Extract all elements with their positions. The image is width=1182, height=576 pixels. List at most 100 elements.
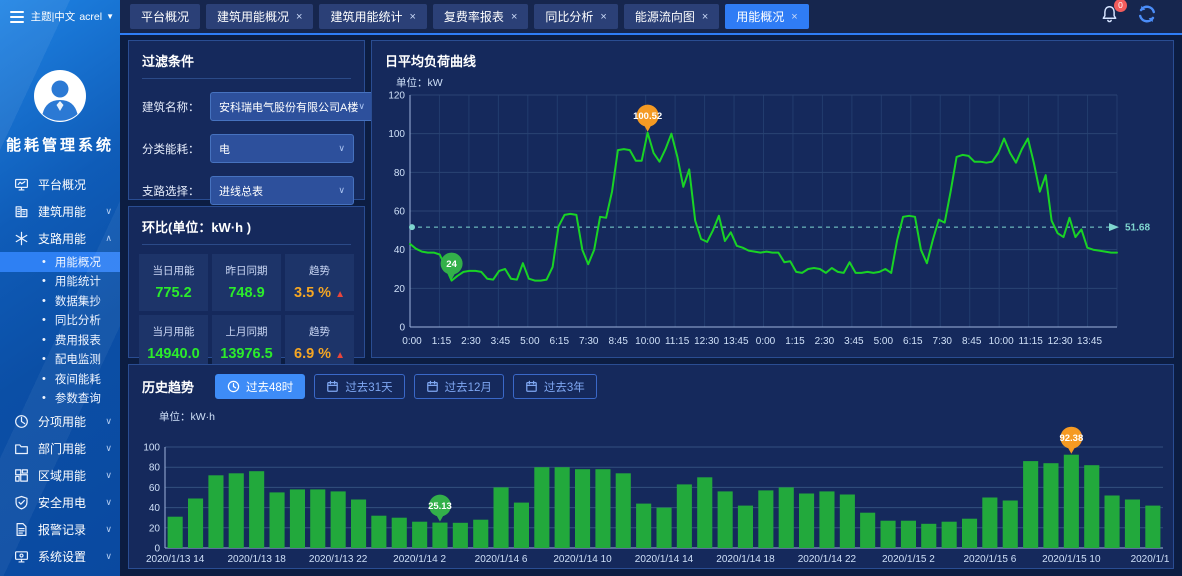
svg-text:100: 100 [388,129,405,140]
sidebar-item-label: 系统设置 [38,548,105,565]
document-icon [14,522,29,537]
history-range-button-1[interactable]: 过去48时 [215,374,305,399]
ring-ratio-title: 环比(单位：kW·h ) [129,207,364,244]
sidebar-subitem[interactable]: •参数查询 [0,389,120,409]
user-menu[interactable]: acrel [79,11,102,23]
trend-up-icon: ▲ [335,350,345,361]
svg-text:2020/1/14 18: 2020/1/14 18 [716,554,775,565]
bullet-icon: • [42,256,46,268]
tab-3[interactable]: 建筑用能统计× [319,4,426,29]
svg-text:2:30: 2:30 [461,336,481,347]
tab-close-icon[interactable]: × [791,11,797,23]
branch-icon [14,231,29,246]
sidebar-subitem[interactable]: •费用报表 [0,330,120,350]
filter-select-1[interactable]: 安科瑞电气股份有限公司A楼∨ [210,92,374,121]
tab-label: 能源流向图 [635,8,695,25]
main-content: 过滤条件 建筑名称：安科瑞电气股份有限公司A楼∨分类能耗：电∨支路选择：进线总表… [120,35,1182,576]
svg-text:2020/1/14 14: 2020/1/14 14 [635,554,694,565]
history-range-button-4[interactable]: 过去3年 [513,374,597,399]
bullet-icon: • [42,334,46,346]
sidebar-item-label: 分项用能 [38,413,105,430]
tab-2[interactable]: 建筑用能概况× [206,4,313,29]
stat-cell: 昨日同期748.9 [212,254,281,311]
bullet-icon: • [42,275,46,287]
tab-4[interactable]: 复费率报表× [433,4,528,29]
filter-select-2[interactable]: 电∨ [210,134,354,163]
sidebar-subitem-label: 参数查询 [55,390,101,406]
theme-language-switch[interactable]: 主题|中文 [31,9,76,24]
svg-text:13:45: 13:45 [1077,336,1102,347]
stat-cell: 当日用能775.2 [139,254,208,311]
chevron-down-icon: ∨ [358,101,365,112]
pie-icon [14,414,29,429]
history-trend-title: 历史趋势 [142,377,194,396]
sidebar-item[interactable]: 分项用能∨ [0,408,120,435]
sidebar-item[interactable]: 平台概况 [0,171,120,198]
folder-icon [14,441,29,456]
history-button-label: 过去31天 [345,379,392,395]
tab-close-icon[interactable]: × [296,11,302,23]
refresh-icon [1136,3,1158,25]
chevron-down-icon: ∨ [338,143,345,154]
sidebar-subitem[interactable]: •用能统计 [0,272,120,292]
svg-text:100: 100 [143,443,160,454]
sidebar-subitem[interactable]: •同比分析 [0,311,120,331]
stat-value: 748.9 [214,285,279,301]
stat-value: 14940.0 [141,346,206,362]
svg-text:11:15: 11:15 [665,336,690,347]
tab-close-icon[interactable]: × [600,11,606,23]
sidebar-subitem[interactable]: •夜间能耗 [0,369,120,389]
sidebar-item[interactable]: 报警记录∨ [0,516,120,543]
map-icon [14,468,29,483]
tab-7[interactable]: 用能概况× [725,4,808,29]
filter-panel: 过滤条件 建筑名称：安科瑞电气股份有限公司A楼∨分类能耗：电∨支路选择：进线总表… [128,40,365,200]
sidebar-item[interactable]: 部门用能∨ [0,435,120,462]
tab-5[interactable]: 同比分析× [534,4,617,29]
svg-text:120: 120 [388,91,405,102]
history-button-label: 过去3年 [544,379,585,395]
tab-6[interactable]: 能源流向图 × [624,4,719,29]
history-range-button-2[interactable]: 过去31天 [314,374,404,399]
tab-1[interactable]: 平台概况 [130,4,200,29]
ring-ratio-panel: 环比(单位：kW·h ) 当日用能775.2昨日同期748.9趋势3.5 %▲当… [128,206,365,358]
history-range-button-3[interactable]: 过去12月 [414,374,504,399]
tab-close-icon[interactable]: × [511,11,517,23]
filter-select-3[interactable]: 进线总表∨ [210,176,354,205]
sidebar-subitem[interactable]: •数据集抄 [0,291,120,311]
svg-text:2020/1/13 14: 2020/1/13 14 [146,554,205,565]
sidebar-item[interactable]: 支路用能∧ [0,225,120,252]
sidebar-subitem[interactable]: •配电监测 [0,350,120,370]
sidebar-subitem[interactable]: •用能概况 [0,252,120,272]
bullet-icon: • [42,373,46,385]
settings-icon [14,549,29,564]
stat-label: 趋势 [287,263,352,278]
sidebar-subitem-label: 数据集抄 [55,293,101,309]
svg-text:0: 0 [399,323,405,334]
tab-close-icon[interactable]: × [409,11,415,23]
app-title: 能耗管理系统 [0,134,120,155]
svg-text:2020/1/15 6: 2020/1/15 6 [963,554,1016,565]
sidebar-menu: 平台概况建筑用能∨支路用能∧•用能概况•用能统计•数据集抄•同比分析•费用报表•… [0,171,120,570]
svg-text:12:30: 12:30 [1048,336,1073,347]
tab-bar: 平台概况建筑用能概况×建筑用能统计×复费率报表×同比分析×能源流向图×用能概况× [130,4,809,29]
filter-label: 建筑名称： [142,99,210,115]
svg-text:60: 60 [149,483,161,494]
refresh-button[interactable] [1136,3,1158,30]
tab-close-icon[interactable]: × [702,11,708,23]
sidebar-item[interactable]: 建筑用能∨ [0,198,120,225]
notifications-button[interactable]: 0 [1099,4,1120,30]
svg-text:0:00: 0:00 [402,336,422,347]
sidebar-item[interactable]: 系统设置∨ [0,543,120,570]
svg-text:3:45: 3:45 [491,336,511,347]
svg-text:2020/1/14 22: 2020/1/14 22 [798,554,857,565]
sidebar-item[interactable]: 安全用电∨ [0,489,120,516]
tab-label: 平台概况 [141,8,189,25]
sidebar-item[interactable]: 区域用能∨ [0,462,120,489]
svg-text:0: 0 [154,544,160,555]
svg-text:24: 24 [446,259,457,270]
svg-text:1:15: 1:15 [432,336,452,347]
stat-cell: 趋势3.5 %▲ [285,254,354,311]
svg-text:5:00: 5:00 [874,336,894,347]
hamburger-menu-icon[interactable] [10,8,24,26]
calendar-icon [326,380,339,393]
